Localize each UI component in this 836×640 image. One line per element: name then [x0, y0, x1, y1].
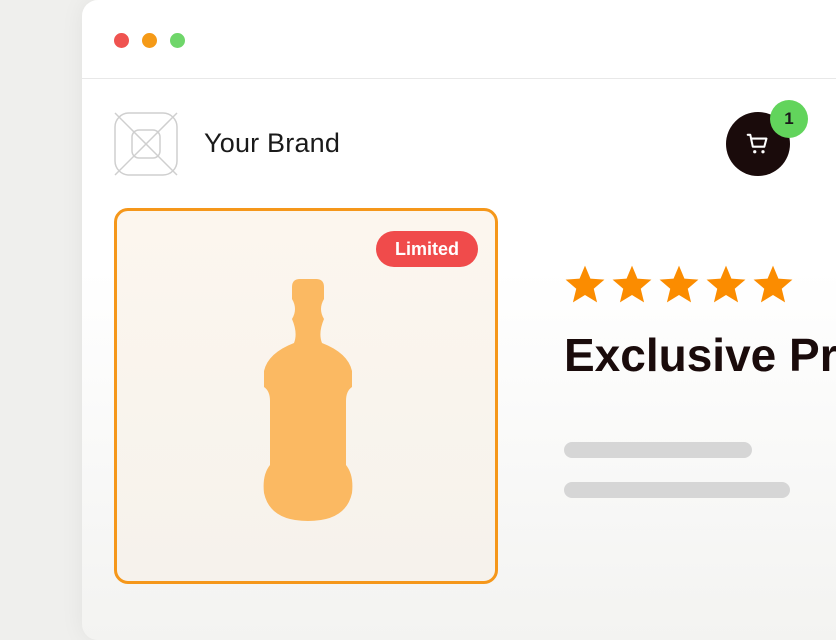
- maximize-window-button[interactable]: [170, 33, 185, 48]
- description-placeholder-line: [564, 442, 752, 458]
- limited-badge: Limited: [376, 231, 478, 267]
- product-title: Exclusive Pro: [564, 329, 836, 381]
- bottle-icon: [263, 279, 353, 521]
- window-titlebar: [82, 0, 836, 79]
- star-icon: [706, 265, 746, 303]
- cart-count-badge: 1: [770, 100, 808, 138]
- star-icon: [612, 265, 652, 303]
- brand-name[interactable]: Your Brand: [204, 128, 340, 159]
- star-icon: [565, 265, 605, 303]
- minimize-window-button[interactable]: [142, 33, 157, 48]
- description-placeholder-line: [564, 482, 790, 498]
- product-image-card[interactable]: Limited: [114, 208, 498, 584]
- star-icon: [659, 265, 699, 303]
- product-rating: [564, 263, 794, 305]
- shopping-cart-icon: [746, 133, 768, 154]
- image-placeholder-icon[interactable]: [114, 112, 178, 176]
- star-icon: [753, 265, 793, 303]
- close-window-button[interactable]: [114, 33, 129, 48]
